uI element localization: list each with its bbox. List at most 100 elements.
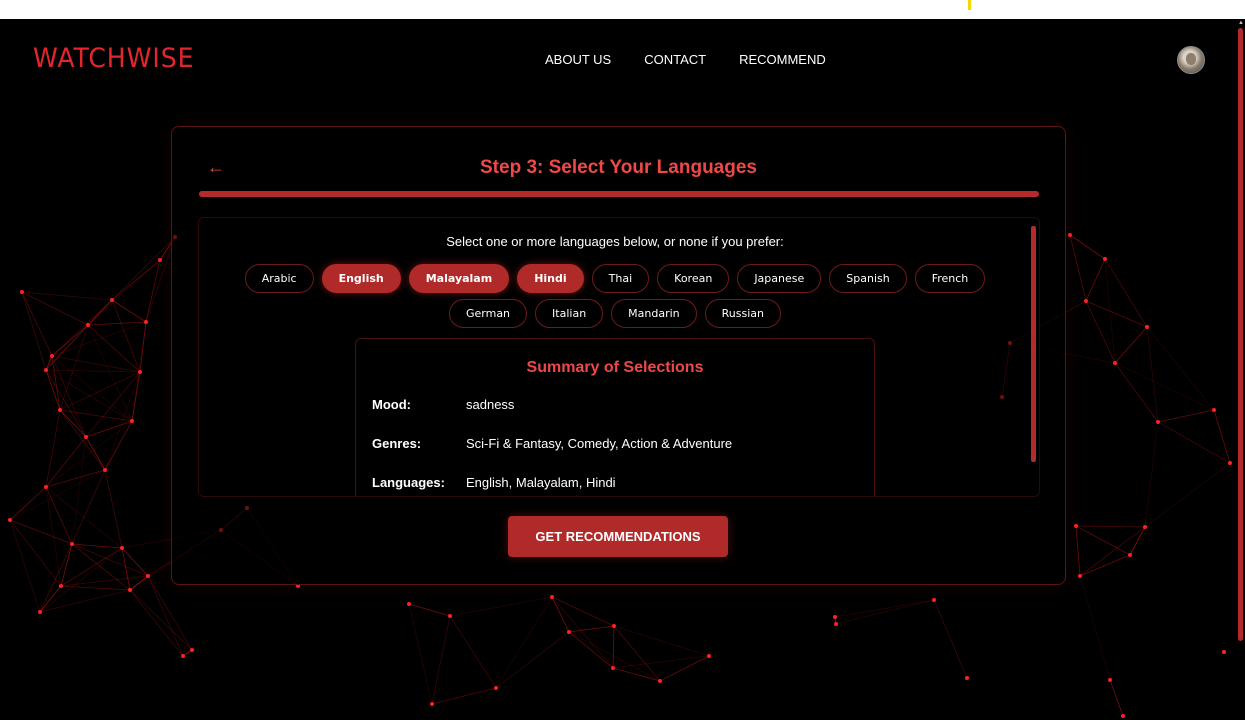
network-line bbox=[1129, 526, 1146, 556]
network-line bbox=[121, 547, 149, 577]
network-line bbox=[45, 369, 87, 438]
network-line bbox=[147, 575, 193, 651]
network-node bbox=[1068, 233, 1072, 237]
network-node bbox=[130, 419, 134, 423]
language-chip-russian[interactable]: Russian bbox=[704, 299, 782, 328]
language-chip-english[interactable]: English bbox=[321, 264, 401, 293]
panel-scrollbar-thumb[interactable] bbox=[1031, 226, 1036, 462]
network-line bbox=[147, 575, 184, 657]
network-node bbox=[20, 290, 24, 294]
network-node bbox=[181, 654, 185, 658]
network-line bbox=[551, 596, 615, 627]
network-line bbox=[568, 625, 615, 633]
network-node bbox=[1108, 678, 1112, 682]
network-line bbox=[408, 603, 433, 705]
network-node bbox=[128, 588, 132, 592]
language-chip-list: Arabic English Malayalam Hindi Thai Korean Jap… bbox=[229, 264, 1001, 328]
scroll-up-icon[interactable]: ▲ bbox=[1238, 20, 1244, 26]
language-chip-italian[interactable]: Italian bbox=[535, 299, 604, 328]
language-chip-german[interactable]: German bbox=[448, 299, 528, 328]
network-line bbox=[495, 596, 553, 689]
network-line bbox=[59, 371, 141, 411]
genres-value: Sci-Fi & Fantasy, Comedy, Action & Adven… bbox=[466, 436, 733, 451]
summary-box: Summary of Selections Mood: sadness Genr… bbox=[355, 338, 875, 496]
network-line bbox=[1085, 258, 1106, 302]
network-line bbox=[104, 371, 141, 471]
nav-link-about-us[interactable]: ABOUT US bbox=[545, 52, 611, 67]
network-node bbox=[1128, 553, 1132, 557]
brand-logo[interactable]: WATCHWISE bbox=[33, 43, 194, 74]
network-node bbox=[158, 258, 162, 262]
network-line bbox=[71, 543, 131, 591]
network-line bbox=[111, 299, 147, 323]
language-chip-malayalam[interactable]: Malayalam bbox=[408, 264, 510, 293]
network-node bbox=[1113, 361, 1117, 365]
network-node bbox=[38, 610, 42, 614]
network-line bbox=[1144, 462, 1231, 528]
genres-label: Genres: bbox=[372, 436, 422, 451]
network-node bbox=[567, 630, 571, 634]
network-line bbox=[59, 409, 133, 422]
network-node bbox=[1103, 257, 1107, 261]
network-line bbox=[1146, 326, 1215, 411]
network-line bbox=[139, 321, 147, 373]
network-line bbox=[21, 291, 47, 371]
languages-label: Languages: bbox=[372, 475, 445, 490]
network-node bbox=[138, 370, 142, 374]
network-line bbox=[568, 631, 614, 669]
step-title: Step 3: Select Your Languages bbox=[480, 157, 757, 178]
network-line bbox=[51, 299, 113, 357]
network-node bbox=[44, 485, 48, 489]
network-line bbox=[111, 236, 176, 301]
language-chip-hindi[interactable]: Hindi bbox=[517, 264, 584, 293]
network-node bbox=[1074, 524, 1078, 528]
network-line bbox=[1075, 525, 1146, 528]
nav-links: ABOUT US CONTACT RECOMMEND bbox=[545, 52, 826, 67]
network-line bbox=[45, 369, 141, 373]
progress-bar bbox=[199, 191, 1039, 197]
network-line bbox=[111, 259, 161, 301]
network-node bbox=[1078, 574, 1082, 578]
language-chip-japanese[interactable]: Japanese bbox=[737, 264, 822, 293]
network-line bbox=[568, 631, 661, 682]
network-line bbox=[45, 469, 106, 488]
network-node bbox=[59, 584, 63, 588]
network-line bbox=[1109, 679, 1124, 717]
user-avatar[interactable] bbox=[1177, 46, 1205, 74]
network-node bbox=[834, 622, 838, 626]
network-line bbox=[51, 355, 141, 373]
nav-link-recommend[interactable]: RECOMMEND bbox=[739, 52, 826, 67]
network-line bbox=[59, 324, 89, 411]
network-line bbox=[21, 291, 53, 357]
language-chip-french[interactable]: French bbox=[914, 264, 986, 293]
page-scrollbar[interactable]: ▲ bbox=[1237, 19, 1245, 720]
language-chip-arabic[interactable]: Arabic bbox=[244, 264, 314, 293]
network-node bbox=[494, 686, 498, 690]
network-node bbox=[144, 320, 148, 324]
network-line bbox=[1079, 575, 1111, 681]
summary-title: Summary of Selections bbox=[526, 359, 704, 376]
network-line bbox=[45, 436, 87, 488]
network-line bbox=[1079, 554, 1131, 577]
get-recommendations-button[interactable]: GET RECOMMENDATIONS bbox=[508, 516, 728, 557]
network-line bbox=[60, 543, 73, 587]
network-node bbox=[44, 368, 48, 372]
network-node bbox=[1143, 525, 1147, 529]
network-line bbox=[71, 543, 149, 577]
page-scrollbar-thumb[interactable] bbox=[1238, 28, 1243, 641]
network-line bbox=[59, 409, 87, 438]
language-chip-thai[interactable]: Thai bbox=[591, 264, 650, 293]
language-instruction: Select one or more languages below, or n… bbox=[446, 234, 784, 249]
network-line bbox=[45, 355, 53, 371]
network-line bbox=[431, 687, 497, 705]
network-line bbox=[111, 299, 141, 373]
language-chip-mandarin[interactable]: Mandarin bbox=[611, 299, 697, 328]
network-node bbox=[70, 542, 74, 546]
network-line bbox=[449, 615, 497, 689]
network-line bbox=[104, 420, 133, 471]
language-chip-korean[interactable]: Korean bbox=[657, 264, 730, 293]
language-chip-spanish[interactable]: Spanish bbox=[829, 264, 907, 293]
nav-link-contact[interactable]: CONTACT bbox=[644, 52, 706, 67]
network-node bbox=[658, 679, 662, 683]
network-line bbox=[612, 655, 710, 669]
